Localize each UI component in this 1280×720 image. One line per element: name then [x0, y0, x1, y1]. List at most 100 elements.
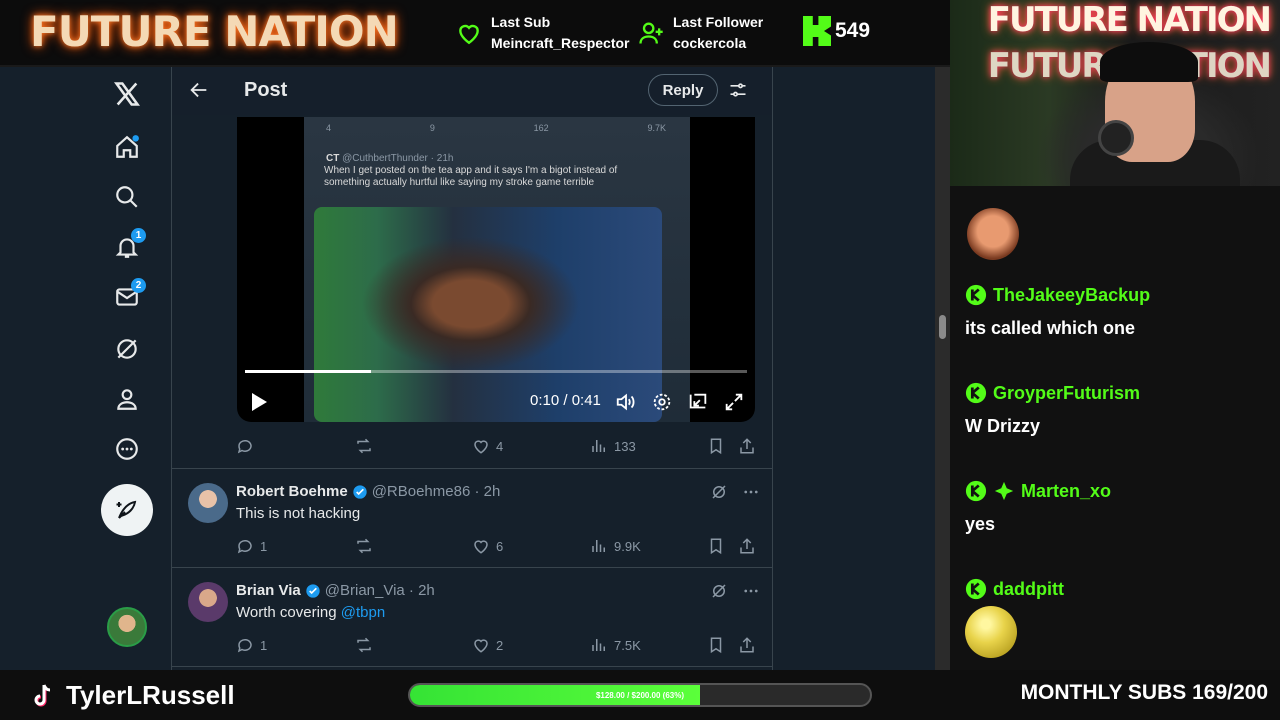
reply-action[interactable]: 1 [236, 636, 267, 654]
grok-icon[interactable] [110, 332, 144, 366]
chat-username[interactable]: daddpitt [965, 578, 1064, 600]
reply-author-name[interactable]: Brian Via [236, 582, 301, 599]
avatar[interactable] [188, 483, 228, 523]
volume-icon[interactable] [615, 391, 637, 413]
reply-author-handle[interactable]: @RBoehme86 · 2h [372, 483, 501, 500]
account-avatar[interactable] [107, 607, 147, 647]
reply-text: Worth covering @tbpn [236, 604, 385, 621]
views-action[interactable]: 9.9K [590, 537, 641, 555]
reply-button[interactable]: Reply [648, 74, 718, 106]
notifications-bell-icon[interactable]: 1 [110, 228, 146, 264]
like-action[interactable]: 2 [472, 636, 503, 654]
fullscreen-icon[interactable] [723, 391, 745, 413]
chat-username-text[interactable]: TheJakeeyBackup [993, 285, 1150, 306]
views-action[interactable]: 7.5K [590, 636, 641, 654]
compose-post-button[interactable] [101, 484, 153, 536]
bookmark-icon[interactable] [707, 636, 725, 654]
embed-stat: 9.7K [647, 123, 666, 133]
stream-overlay: FUTURE NATION Last Sub Meincraft_Respect… [0, 0, 1280, 720]
back-arrow-icon[interactable] [188, 79, 210, 101]
reply-author-name[interactable]: Robert Boehme [236, 483, 348, 500]
chat-emote [967, 208, 1019, 260]
microphone [1098, 120, 1134, 156]
reply-post[interactable]: Brian Via @Brian_Via · 2h Worth covering… [172, 568, 772, 667]
reply-author-handle[interactable]: @Brian_Via · 2h [325, 582, 435, 599]
video-progress-fill [245, 370, 371, 373]
chat-username[interactable]: TheJakeeyBackup [965, 284, 1150, 306]
embed-author-name: CT [326, 153, 340, 164]
verified-badge-icon [353, 484, 367, 499]
reply-action-row: 1 2 7.5K [172, 630, 772, 660]
chat-message-text: yes [965, 514, 996, 534]
like-action[interactable]: 6 [472, 537, 503, 555]
kick-badge-icon [965, 480, 987, 502]
bookmark-icon[interactable] [707, 537, 725, 555]
kick-badge-icon [965, 382, 987, 404]
repost-action[interactable] [354, 537, 374, 555]
embed-stats-row: 4 9 162 9.7K [326, 123, 666, 133]
scrollbar[interactable] [935, 67, 950, 672]
scrollbar-thumb[interactable] [939, 315, 946, 339]
profile-icon[interactable] [110, 382, 144, 416]
video-player[interactable]: 4 9 162 9.7K CT @CuthbertThunder · 21h W… [237, 117, 755, 422]
reply-mention[interactable]: @tbpn [341, 604, 385, 621]
post-action-row: 4 133 [172, 431, 772, 461]
grok-explain-icon[interactable] [710, 483, 728, 501]
grok-explain-icon[interactable] [710, 582, 728, 600]
share-icon[interactable] [738, 437, 756, 455]
brand-logo: FUTURE NATION [30, 7, 399, 56]
more-dots-icon[interactable] [742, 582, 760, 600]
chat-username[interactable]: Marten_xo [965, 480, 1111, 502]
reply-action[interactable] [236, 437, 260, 455]
kick-follower-count: 549 [835, 19, 871, 42]
like-heart-icon [474, 639, 488, 653]
repost-action[interactable] [354, 636, 374, 654]
home-icon[interactable] [110, 130, 144, 164]
embed-text: When I get posted on the tea app and it … [324, 165, 618, 188]
like-action[interactable]: 4 [472, 437, 503, 455]
share-icon[interactable] [738, 636, 756, 654]
embed-author-handle: @CuthbertThunder · 21h [342, 153, 454, 164]
avatar[interactable] [188, 582, 228, 622]
chat-message: TheJakeeyBackup its called which one [965, 284, 1150, 339]
play-icon[interactable] [249, 391, 269, 413]
chat-username-text[interactable]: Marten_xo [1021, 481, 1111, 502]
search-icon[interactable] [110, 180, 144, 214]
more-dots-icon[interactable] [742, 483, 760, 501]
last-follower-widget: Last Follower cockercola [637, 12, 763, 54]
post-header: Post Reply [172, 67, 772, 115]
chat-username[interactable]: GroyperFuturism [965, 382, 1140, 404]
video-progress-bar[interactable] [245, 370, 747, 373]
view-count: 9.9K [614, 538, 641, 554]
reply-author[interactable]: Brian Via @Brian_Via · 2h [236, 582, 435, 599]
more-options-icon[interactable] [110, 432, 144, 466]
views-action[interactable]: 133 [590, 437, 636, 455]
reply-body: This is not hacking [236, 505, 361, 522]
messages-envelope-icon[interactable]: 2 [110, 278, 146, 314]
sliders-icon[interactable] [728, 80, 748, 100]
reply-action[interactable]: 1 [236, 537, 267, 555]
channel-name: TylerLRussell [66, 680, 235, 710]
webcam-feed: FUTURE NATION FUTURE NATION [950, 0, 1280, 186]
like-heart-icon [474, 540, 488, 554]
donation-goal-text: $128.00 / $200.00 (63%) [595, 690, 685, 700]
chat-username-text[interactable]: daddpitt [993, 579, 1064, 600]
repost-action[interactable] [354, 437, 380, 455]
chat-username-text[interactable]: GroyperFuturism [993, 383, 1140, 404]
picture-in-picture-icon[interactable] [687, 391, 709, 413]
tiktok-icon [34, 684, 51, 707]
views-chart-icon [592, 639, 605, 651]
reply-post[interactable]: Robert Boehme @RBoehme86 · 2h This is no… [172, 469, 772, 568]
like-count: 2 [496, 637, 504, 653]
donation-goal-bar: $128.00 / $200.00 (63%) [408, 683, 872, 707]
share-icon[interactable] [738, 537, 756, 555]
settings-gear-icon[interactable] [651, 391, 673, 413]
page-title: Post [244, 79, 288, 101]
kick-badge-icon [965, 284, 987, 306]
reply-author[interactable]: Robert Boehme @RBoehme86 · 2h [236, 483, 500, 500]
embed-author: CT @CuthbertThunder · 21h [326, 153, 453, 164]
x-logo-icon[interactable] [110, 77, 144, 111]
bookmark-icon[interactable] [707, 437, 725, 455]
x-sidebar-nav: 1 2 [0, 67, 172, 672]
chat-message: Marten_xo yes [965, 480, 1111, 535]
